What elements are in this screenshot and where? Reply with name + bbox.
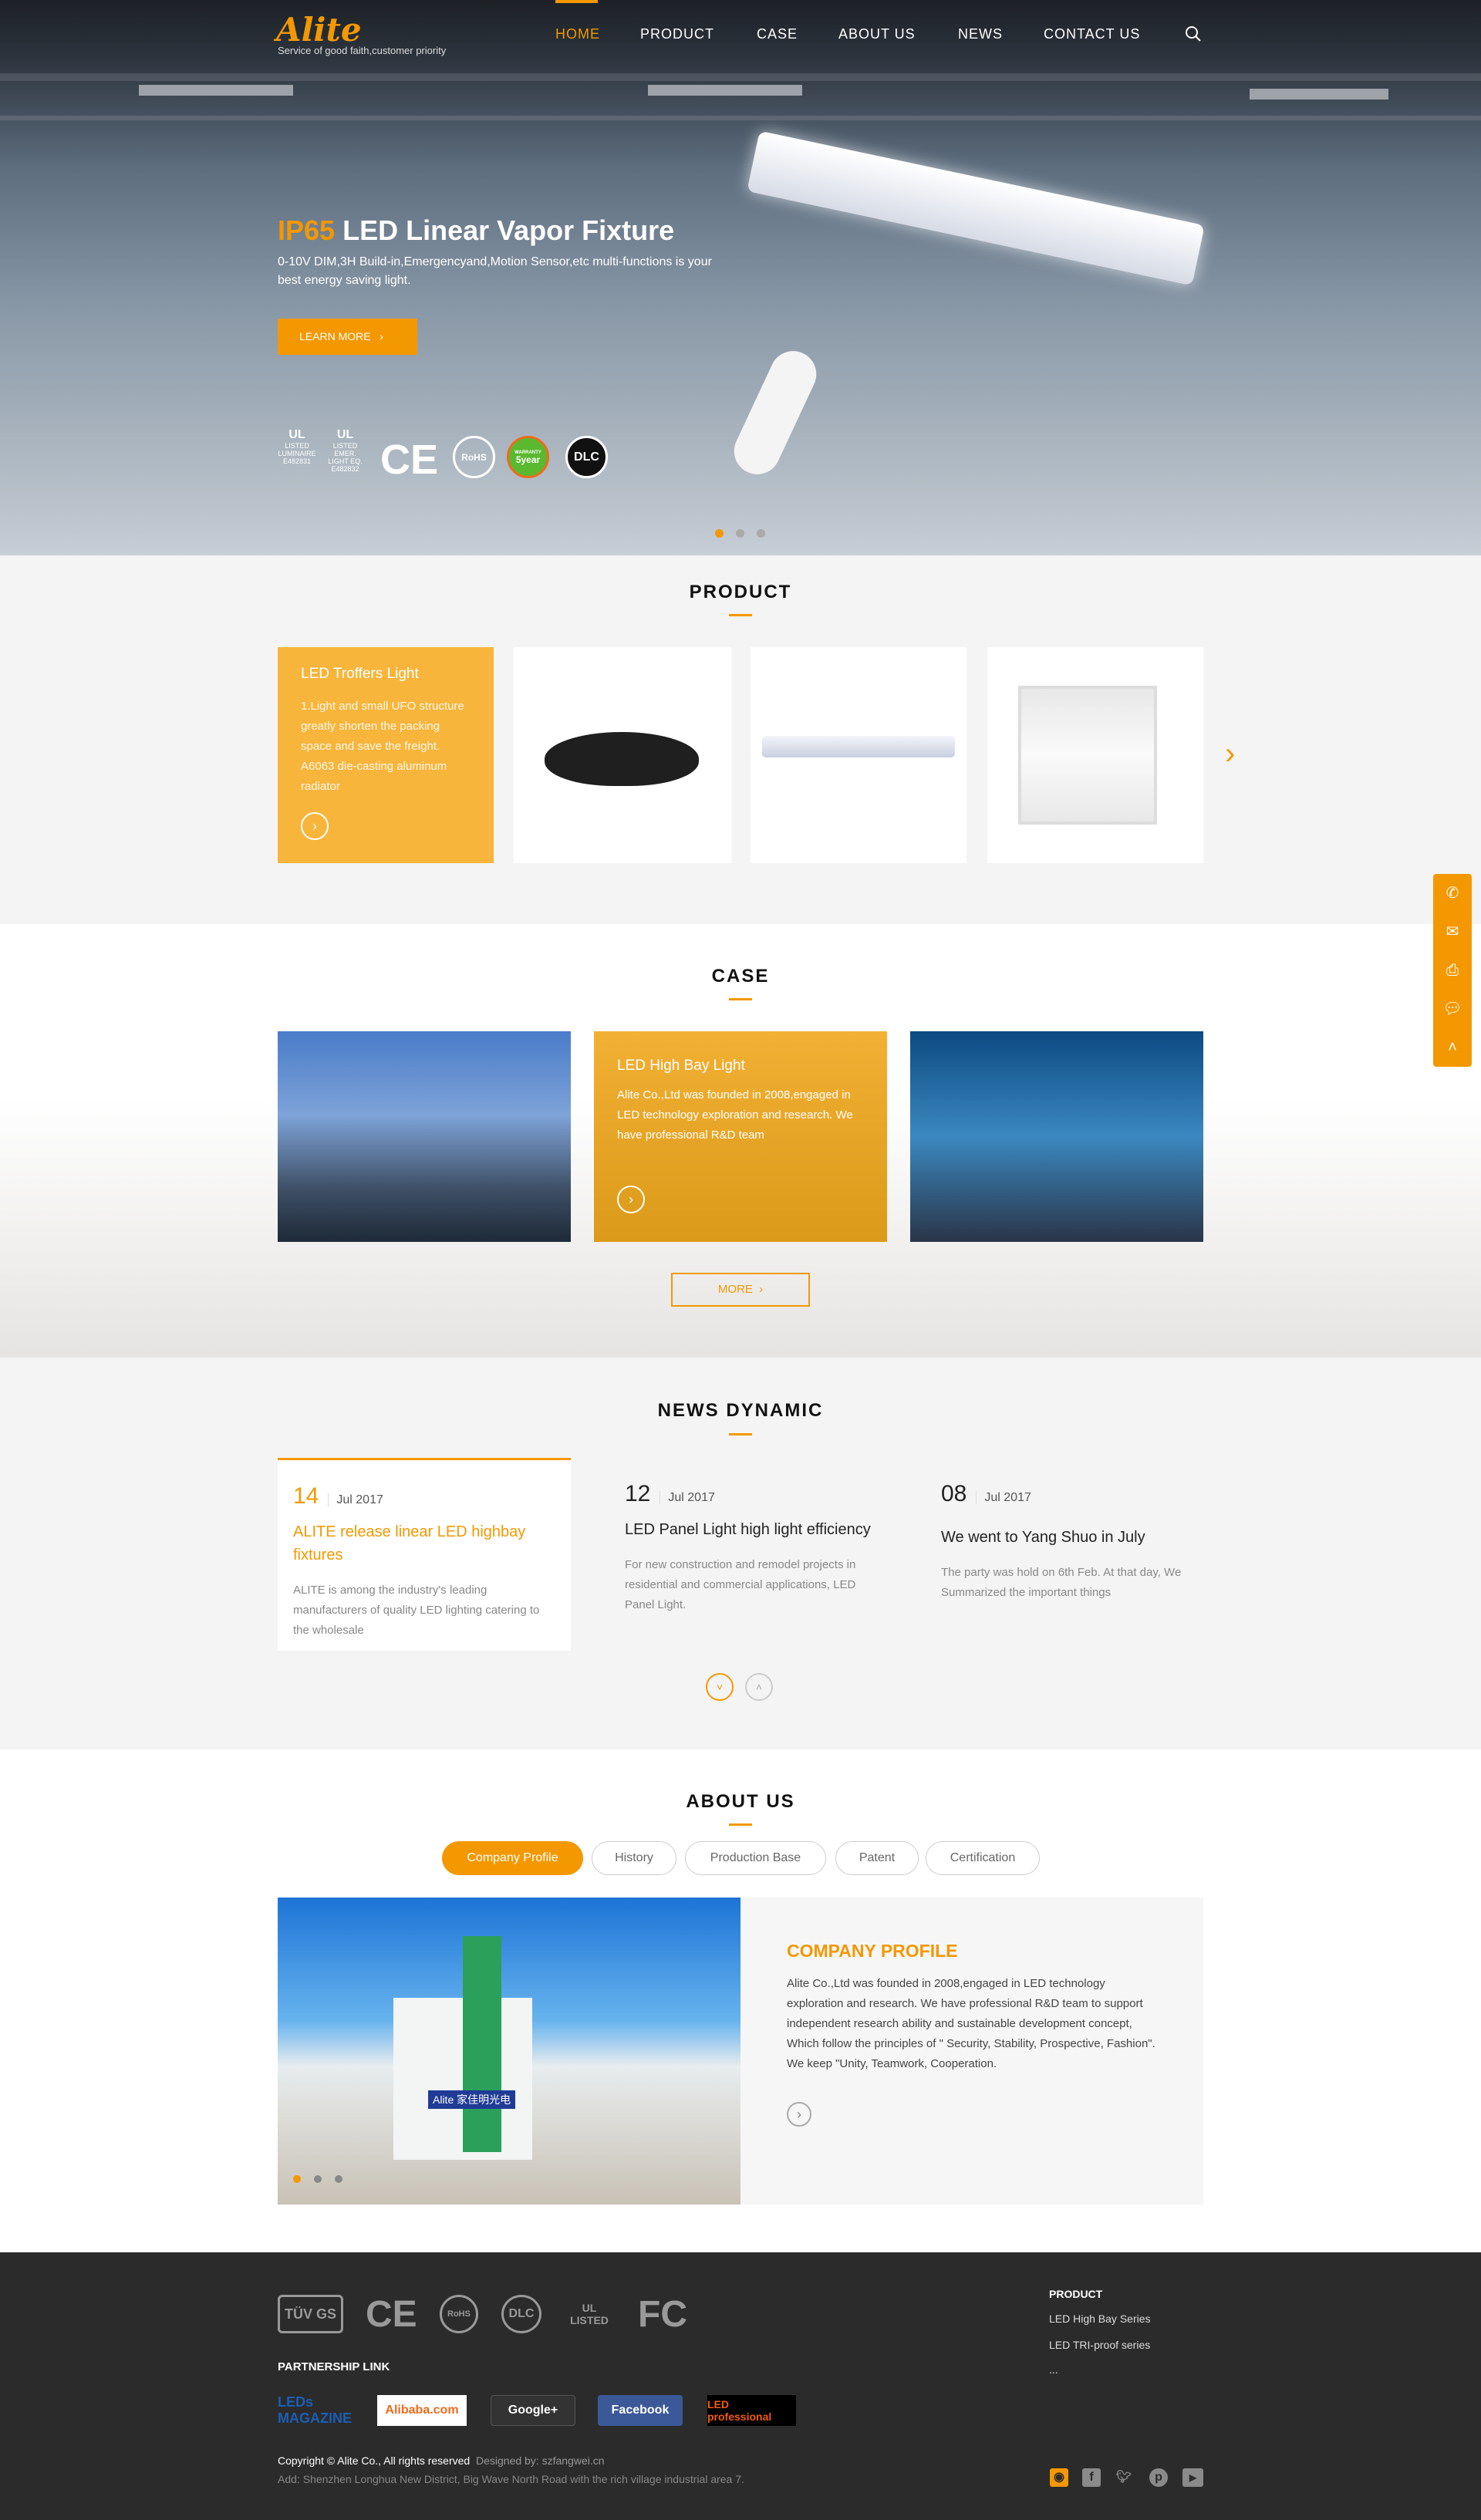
rohs-logo: RoHS bbox=[440, 2295, 478, 2333]
footer-link-more[interactable]: ... bbox=[1049, 2363, 1058, 2376]
tab-company-profile[interactable]: Company Profile bbox=[442, 1841, 583, 1875]
title-underline bbox=[729, 1823, 752, 1826]
product-section bbox=[0, 555, 1481, 924]
more-button[interactable]: MORE › bbox=[671, 1273, 810, 1307]
copyright: Copyright © Alite Co., All rights reserv… bbox=[278, 2454, 605, 2467]
nav-active-indicator bbox=[555, 0, 598, 3]
case-detail-button[interactable]: › bbox=[617, 1186, 645, 1213]
fc-logo: FC bbox=[638, 2293, 687, 2335]
warranty-years: 5year bbox=[515, 454, 541, 465]
pinterest-icon[interactable]: p bbox=[1149, 2468, 1168, 2487]
product-card-troffer[interactable] bbox=[987, 647, 1203, 863]
case-card-featured[interactable]: LED High Bay Light Alite Co.,Ltd was fou… bbox=[594, 1031, 887, 1242]
nav-contact-us[interactable]: CONTACT US bbox=[1044, 26, 1140, 42]
product-desc: 1.Light and small UFO structure greatly … bbox=[301, 700, 464, 793]
tab-history[interactable]: History bbox=[592, 1841, 676, 1875]
title-underline bbox=[729, 614, 752, 616]
footer-link-high-bay[interactable]: LED High Bay Series bbox=[1049, 2313, 1151, 2325]
about-dot-1[interactable] bbox=[293, 2175, 301, 2183]
partner-google-plus[interactable]: Google+ bbox=[491, 2395, 575, 2426]
slide-dot-1[interactable] bbox=[715, 529, 724, 538]
product-title: PRODUCT bbox=[689, 582, 792, 602]
ul-cert-luminaire: UL LISTED LUMINAIRE E482831 bbox=[278, 428, 316, 465]
footer-product-title: PRODUCT bbox=[1049, 2288, 1103, 2300]
ce-logo: CE bbox=[366, 2293, 417, 2335]
company-profile-text: Alite Co.,Ltd was founded in 2008,engage… bbox=[787, 1977, 1155, 2070]
facebook-icon[interactable]: f bbox=[1082, 2468, 1101, 2487]
product-detail-button[interactable]: › bbox=[301, 812, 329, 840]
dlc-logo: DLC bbox=[501, 2295, 541, 2333]
hero-title: IP65 LED Linear Vapor Fixture bbox=[278, 214, 675, 246]
back-to-top-icon[interactable]: ˄ bbox=[1433, 1028, 1472, 1067]
partner-facebook[interactable]: Facebook bbox=[598, 2395, 683, 2426]
instagram-icon[interactable]: ◉ bbox=[1050, 2468, 1068, 2487]
news-item[interactable]: 12 Jul 2017 LED Panel Light high light ef… bbox=[609, 1458, 902, 1651]
linear-fixture-image bbox=[762, 736, 955, 757]
partner-alibaba[interactable]: Alibaba.com bbox=[377, 2395, 467, 2426]
nav-news[interactable]: NEWS bbox=[958, 26, 1003, 42]
address: Add: Shenzhen Longhua New District, Big … bbox=[278, 2473, 744, 2485]
company-profile-heading: COMPANY PROFILE bbox=[787, 1941, 958, 1961]
tuv-gs-logo: TÜV GS bbox=[278, 2295, 343, 2333]
case-name: LED High Bay Light bbox=[617, 1058, 745, 1074]
product-card-featured[interactable]: LED Troffers Light 1.Light and small UFO… bbox=[278, 647, 494, 863]
logo[interactable]: Alite bbox=[276, 11, 362, 49]
partner-leds-magazine[interactable]: LEDs MAGAZINE bbox=[278, 2394, 355, 2426]
ul-logo: UL LISTED bbox=[570, 2302, 609, 2326]
case-image-commercial[interactable] bbox=[910, 1031, 1203, 1242]
search-icon[interactable] bbox=[1184, 25, 1203, 43]
partner-led-professional[interactable]: LED professional bbox=[707, 2395, 796, 2426]
side-contact-bar: ✆ ✉ ⎙ 💬︎ ˄ bbox=[1433, 874, 1472, 1067]
next-arrow-icon[interactable]: › bbox=[1225, 737, 1235, 771]
twitter-icon[interactable]: 🐦︎ bbox=[1115, 2468, 1133, 2487]
about-dot-3[interactable] bbox=[335, 2175, 342, 2183]
slogan: Service of good faith,customer priority bbox=[278, 45, 447, 56]
nav-product[interactable]: PRODUCT bbox=[640, 26, 714, 42]
learn-more-button[interactable]: LEARN MORE › bbox=[278, 319, 417, 355]
product-card-highbay[interactable] bbox=[514, 647, 731, 863]
troffer-image bbox=[1018, 686, 1157, 825]
title-underline bbox=[729, 1433, 752, 1435]
nav-about-us[interactable]: ABOUT US bbox=[838, 26, 916, 42]
tab-production-base[interactable]: Production Base bbox=[685, 1841, 826, 1875]
about-dot-2[interactable] bbox=[314, 2175, 322, 2183]
wechat-icon[interactable]: 💬︎ bbox=[1433, 990, 1472, 1028]
slide-dot-2[interactable] bbox=[736, 529, 744, 538]
news-up-button[interactable]: ˄ bbox=[745, 1673, 773, 1701]
news-title: NEWS DYNAMIC bbox=[657, 1400, 824, 1421]
ce-logo: CE bbox=[380, 437, 439, 483]
case-desc: Alite Co.,Ltd was founded in 2008,engage… bbox=[617, 1088, 853, 1142]
ul-cert-emergency: UL LISTED EMER. LIGHT EQ. E482832 bbox=[328, 428, 363, 473]
news-item[interactable]: 14 Jul 2017 ALITE release linear LED high… bbox=[278, 1458, 571, 1651]
tab-patent[interactable]: Patent bbox=[835, 1841, 919, 1875]
tab-certification[interactable]: Certification bbox=[926, 1841, 1040, 1875]
title-underline bbox=[729, 998, 752, 1000]
company-profile-panel: COMPANY PROFILE Alite Co.,Ltd was founde… bbox=[740, 1898, 1203, 2205]
rohs-logo: RoHS bbox=[453, 436, 495, 478]
news-item[interactable]: 08 Jul 2017 We went to Yang Shuo in July T… bbox=[926, 1458, 1219, 1651]
hero-banner bbox=[0, 0, 1481, 555]
slide-dot-3[interactable] bbox=[757, 529, 765, 538]
case-title: CASE bbox=[711, 966, 770, 987]
company-building-image: Alite 家佳明光电 bbox=[278, 1898, 740, 2205]
hero-subtitle: 0-10V DIM,3H Build-in,Emergencyand,Motio… bbox=[278, 255, 712, 287]
product-card-linear[interactable] bbox=[751, 647, 967, 863]
nav-home[interactable]: HOME bbox=[555, 26, 600, 42]
mail-icon[interactable]: ✉ bbox=[1433, 913, 1472, 951]
product-name: LED Troffers Light bbox=[301, 666, 419, 682]
ufo-highbay-image bbox=[545, 732, 699, 786]
about-title: ABOUT US bbox=[686, 1791, 795, 1812]
youtube-icon[interactable]: ▶ bbox=[1182, 2468, 1203, 2487]
fax-icon[interactable]: ⎙ bbox=[1433, 951, 1472, 990]
warranty-badge: WARRANTY 5year bbox=[507, 436, 549, 478]
dlc-logo: DLC bbox=[565, 436, 608, 478]
news-down-button[interactable]: ˅ bbox=[706, 1673, 734, 1701]
footer-link-tri-proof[interactable]: LED TRI-proof series bbox=[1049, 2339, 1150, 2351]
phone-icon[interactable]: ✆ bbox=[1433, 874, 1472, 913]
case-image-residential[interactable] bbox=[278, 1031, 571, 1242]
company-profile-more-button[interactable]: › bbox=[787, 2102, 811, 2127]
nav-case[interactable]: CASE bbox=[757, 26, 798, 42]
partnership-title: PARTNERSHIP LINK bbox=[278, 2360, 390, 2373]
